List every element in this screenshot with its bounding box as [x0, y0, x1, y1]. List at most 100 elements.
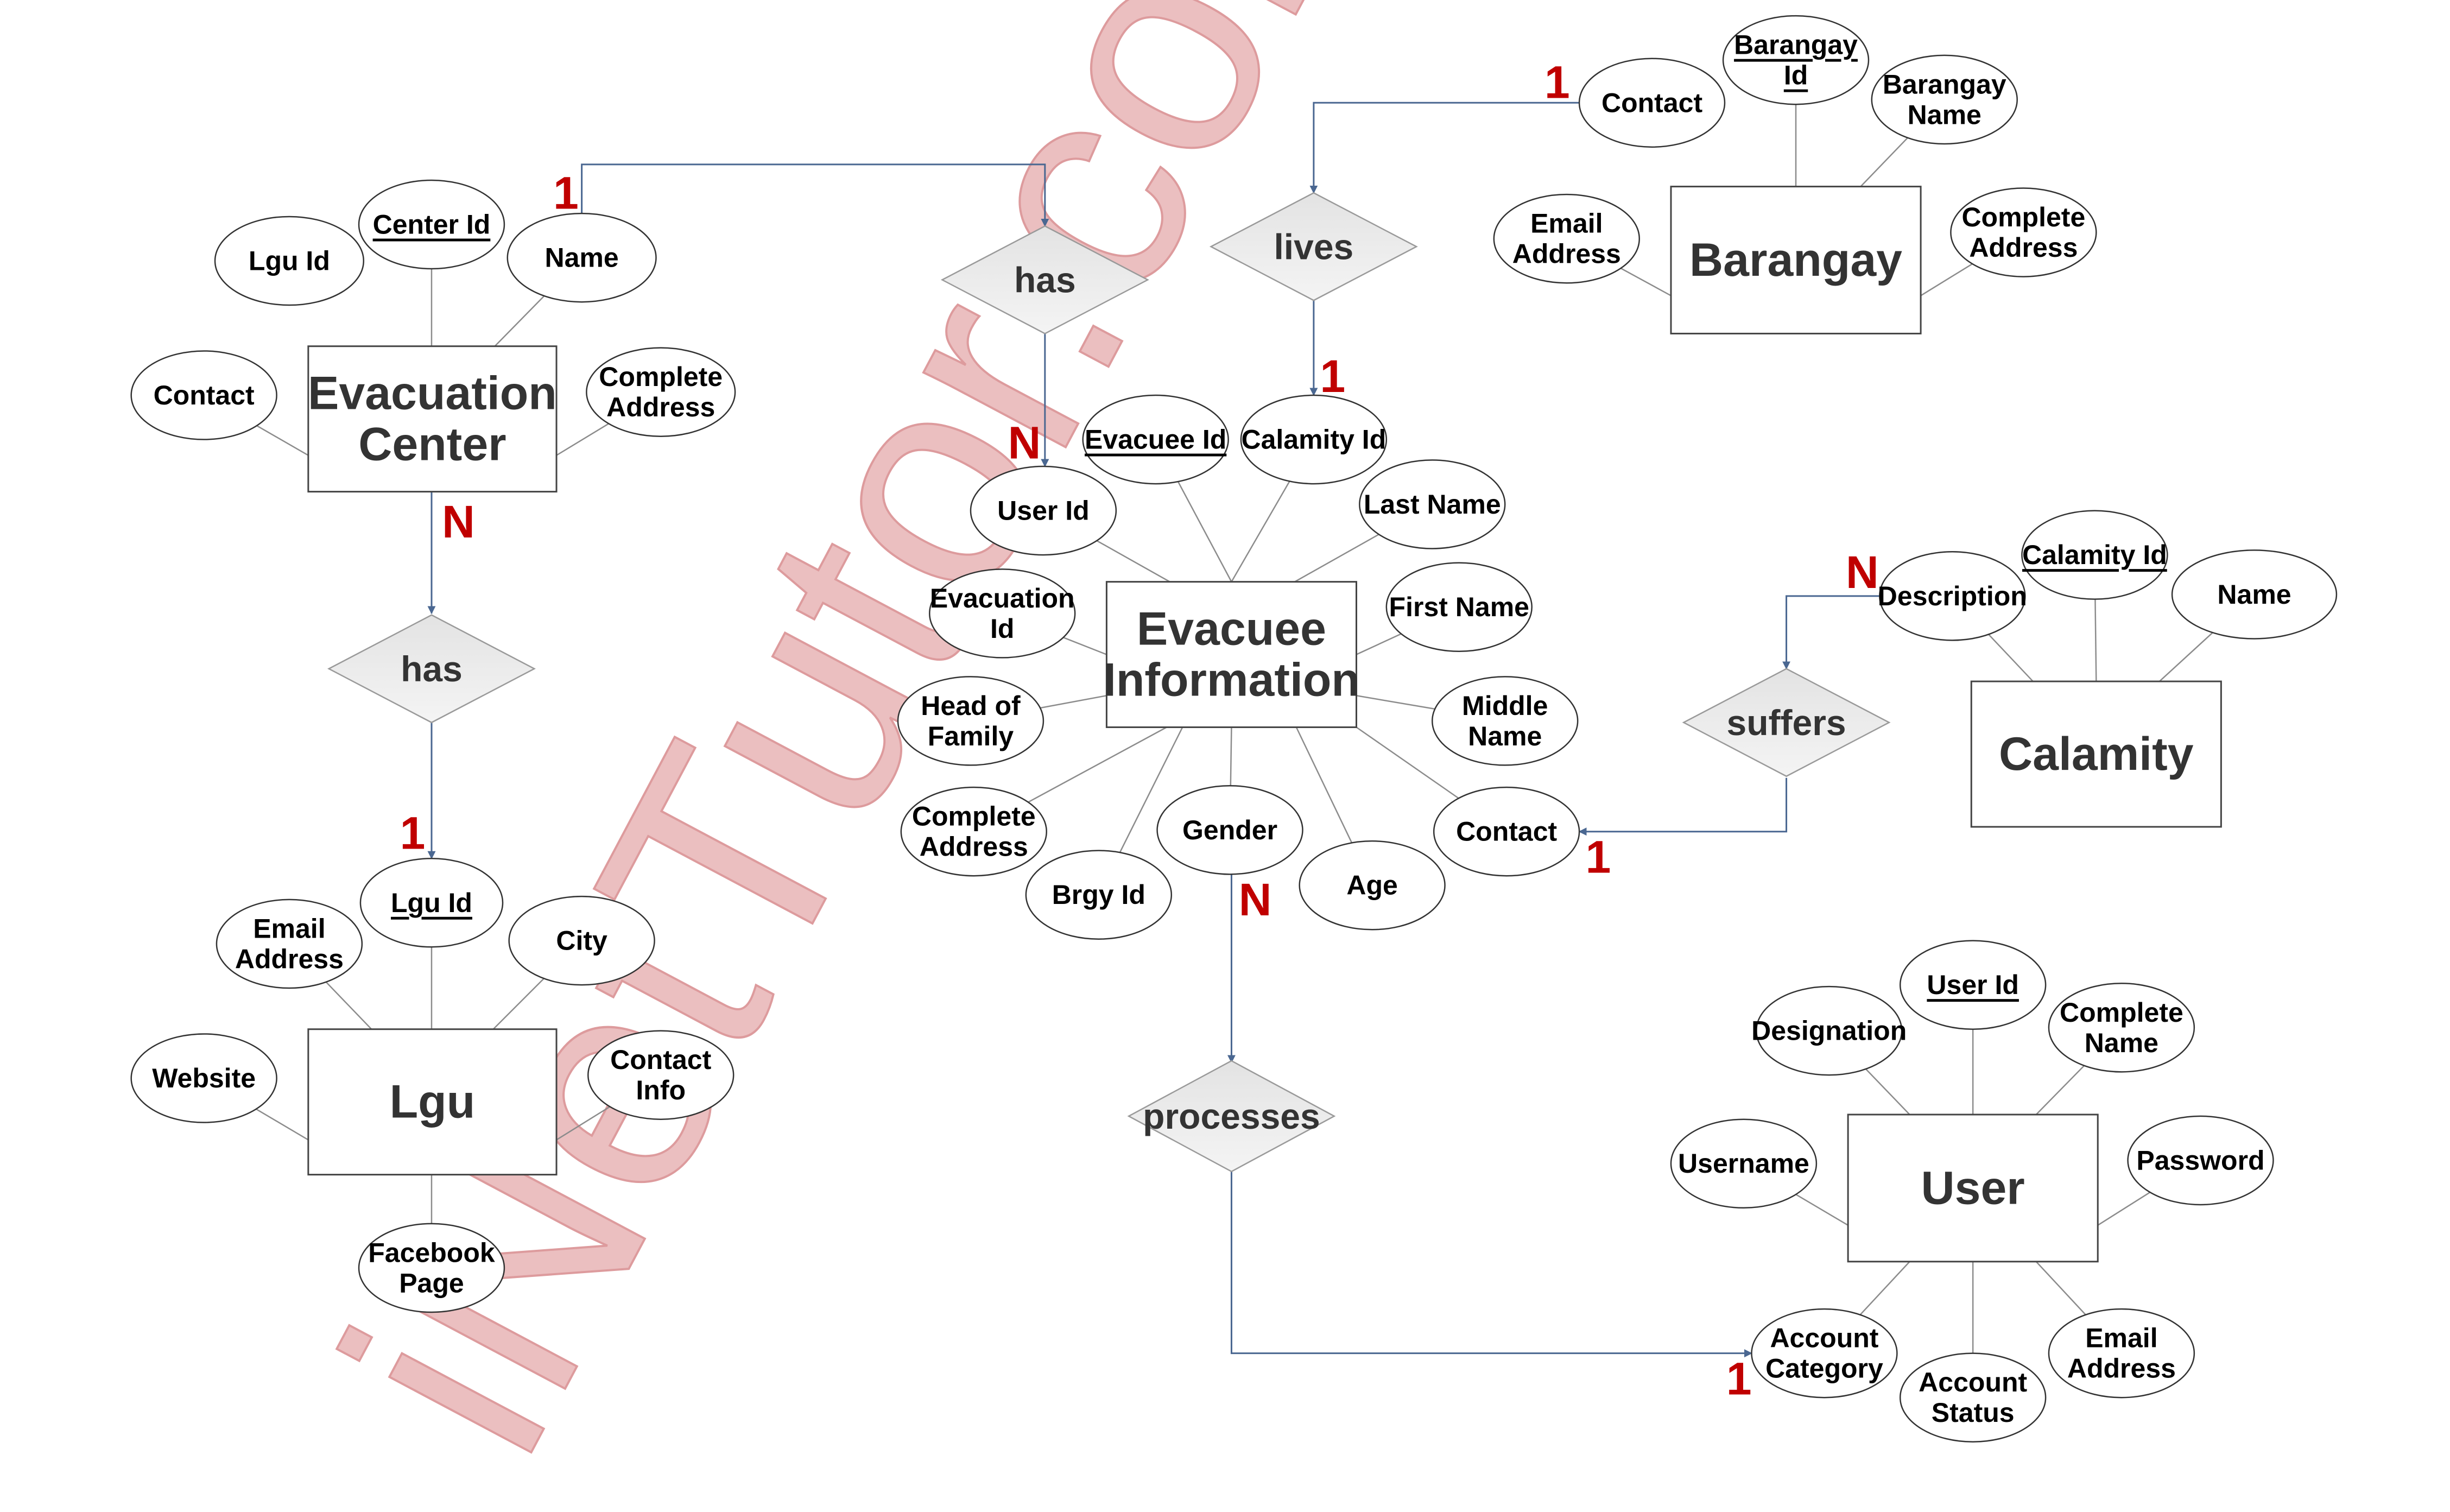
attribute-us-email[interactable]: EmailAddress [2048, 1308, 2195, 1399]
attribute-lgu-city[interactable]: City [508, 895, 655, 986]
attribute-br-barangay-name[interactable]: BarangayName [1871, 54, 2018, 145]
attribute-br-barangay-id[interactable]: BarangayId [1722, 15, 1870, 105]
attribute-label-line: Barangay [1883, 69, 2006, 99]
attribute-connector [556, 423, 609, 456]
attribute-ev-evacuation-id[interactable]: EvacuationId [929, 568, 1076, 659]
attribute-label-line: Status [1932, 1397, 2015, 1428]
attribute-label-line: Complete [2060, 997, 2183, 1028]
attribute-label-line: Family [928, 721, 1014, 751]
attribute-lgu-id[interactable]: Lgu Id [359, 857, 504, 948]
cardinality-has-evac-evacuee-from: 1 [553, 167, 579, 218]
attribute-ev-last-name[interactable]: Last Name [1359, 459, 1506, 549]
attribute-label-line: Username [1678, 1148, 1809, 1179]
entity-label-line: Barangay [1689, 234, 1902, 286]
attribute-label-line: Contact [1601, 87, 1702, 118]
attribute-ec-name[interactable]: Name [507, 212, 657, 303]
attribute-us-designation[interactable]: Designation [1751, 985, 1907, 1076]
attribute-label: Gender [1182, 815, 1277, 845]
attribute-label-line: Brgy Id [1052, 880, 1145, 910]
attribute-label: Name [2217, 579, 2291, 610]
attribute-us-complete-name[interactable]: CompleteName [2048, 983, 2195, 1073]
cardinality-suffers-from: N [1846, 547, 1879, 598]
attribute-ev-age[interactable]: Age [1299, 840, 1446, 931]
attribute-br-email[interactable]: EmailAddress [1493, 193, 1640, 284]
entity-evacuee-information[interactable]: EvacueeInformation [1103, 581, 1360, 729]
attribute-ec-lgu-id[interactable]: Lgu Id [214, 216, 365, 306]
relationship-processes[interactable]: processes [1127, 1060, 1336, 1173]
attribute-label-line: Complete [912, 801, 1036, 832]
entity-lgu[interactable]: Lgu [307, 1028, 558, 1176]
processes-line-2 [1230, 1171, 1752, 1358]
suffers-line-2 [1578, 777, 1788, 836]
relationship-label: suffers [1727, 703, 1846, 743]
primary-key-label: Center Id [373, 210, 491, 240]
attribute-ec-complete-address[interactable]: CompleteAddress [586, 347, 736, 437]
attribute-label-line: Page [399, 1268, 464, 1298]
attribute-ev-contact[interactable]: Contact [1433, 786, 1580, 877]
attribute-us-username[interactable]: Username [1670, 1118, 1818, 1209]
attribute-ev-evacuee-id[interactable]: Evacuee Id [1082, 394, 1229, 485]
attribute-connector [1795, 1193, 1848, 1226]
relationship-has-evac-lgu[interactable]: has [327, 614, 536, 724]
attribute-ev-head-of-family[interactable]: Head ofFamily [897, 676, 1044, 766]
attribute-ev-complete-address[interactable]: CompleteAddress [900, 786, 1047, 877]
entity-barangay[interactable]: Barangay [1670, 186, 1922, 334]
attribute-lgu-email[interactable]: EmailAddress [216, 899, 363, 989]
attribute-connector [1920, 263, 1973, 296]
entity-calamity[interactable]: Calamity [1970, 680, 2222, 828]
attribute-label-line: Complete [599, 362, 723, 392]
attribute-ca-calamity-id[interactable]: Calamity Id [2021, 510, 2168, 600]
attribute-us-account-category[interactable]: AccountCategory [1751, 1308, 1898, 1399]
relationship-label: lives [1274, 226, 1353, 267]
attribute-lgu-contact-info[interactable]: ContactInfo [587, 1030, 735, 1120]
attribute-label: CompleteAddress [599, 362, 723, 422]
attribute-us-user-id[interactable]: User Id [1899, 940, 2047, 1030]
attribute-connector [1620, 268, 1672, 296]
attribute-label-line: Address [235, 944, 344, 974]
attribute-connector [2158, 632, 2213, 682]
attribute-label-line: Evacuation [930, 583, 1075, 613]
attribute-label: Last Name [1364, 489, 1501, 520]
entity-user[interactable]: User [1847, 1114, 2099, 1263]
attribute-us-account-status[interactable]: AccountStatus [1899, 1352, 2047, 1443]
attribute-label-line: Middle [1462, 691, 1548, 721]
attribute-ev-calamity-id[interactable]: Calamity Id [1240, 394, 1388, 485]
attribute-ca-name[interactable]: Name [2171, 549, 2338, 640]
attribute-connector [494, 295, 545, 347]
primary-key-label-line: Calamity Id [2022, 540, 2167, 570]
attribute-ev-middle-name[interactable]: MiddleName [1432, 676, 1579, 766]
entity-label-line: Center [358, 419, 506, 471]
attribute-ec-center-id[interactable]: Center Id [358, 179, 505, 270]
primary-key-label: Lgu Id [391, 888, 472, 918]
attribute-connector [1028, 726, 1167, 803]
relationship-label: processes [1143, 1096, 1320, 1136]
attribute-ev-gender[interactable]: Gender [1156, 785, 1303, 875]
attribute-us-password[interactable]: Password [2127, 1115, 2274, 1206]
attribute-label-line: Name [2217, 579, 2291, 610]
attribute-ev-brgy-id[interactable]: Brgy Id [1025, 850, 1173, 940]
primary-key-label-line: Id [1784, 60, 1808, 91]
attribute-label: Description [1878, 581, 2027, 611]
primary-key-label: Calamity Id [2022, 540, 2167, 570]
attribute-ca-description[interactable]: Description [1878, 551, 2027, 641]
attribute-lgu-facebook[interactable]: FacebookPage [358, 1223, 505, 1313]
attribute-connector [325, 981, 372, 1030]
attribute-connector [1356, 633, 1402, 655]
cardinality-lives-to: 1 [1320, 351, 1345, 402]
attribute-label-line: Address [606, 392, 715, 422]
attribute-ev-first-name[interactable]: First Name [1385, 562, 1533, 652]
relationship-suffers[interactable]: suffers [1682, 668, 1891, 777]
attribute-label-line: Address [920, 832, 1028, 862]
attribute-label: Contact [1456, 817, 1557, 847]
attribute-label-line: Facebook [368, 1237, 495, 1268]
attribute-br-complete-address[interactable]: CompleteAddress [1950, 187, 2097, 277]
entity-evacuation-center[interactable]: EvacuationCenter [307, 345, 558, 493]
attribute-ev-user-id[interactable]: User Id [970, 465, 1117, 556]
attribute-ec-contact[interactable]: Contact [130, 350, 277, 440]
attribute-connector [1859, 1261, 1910, 1315]
attribute-label: AccountCategory [1765, 1323, 1883, 1384]
attribute-label-line: Lgu Id [249, 245, 330, 276]
attribute-connector [256, 425, 309, 456]
attribute-br-contact[interactable]: Contact [1578, 58, 1726, 148]
attribute-lgu-website[interactable]: Website [130, 1033, 277, 1123]
